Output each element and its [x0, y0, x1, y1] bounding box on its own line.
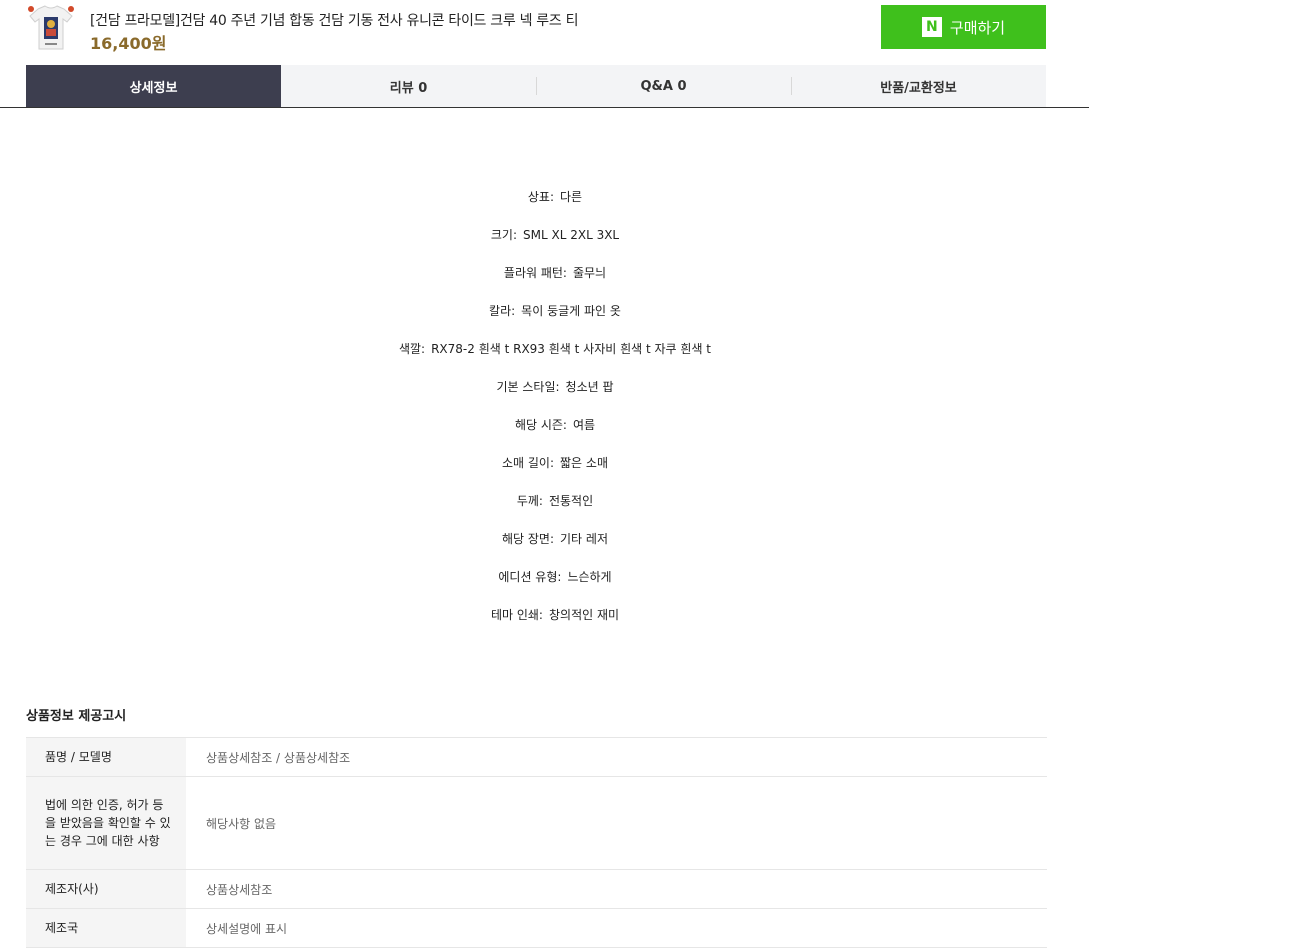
- spec-value: 느슨하게: [567, 570, 612, 584]
- product-thumbnail[interactable]: [26, 3, 76, 51]
- notice-key: 제조자(사): [26, 869, 186, 909]
- notice-value: 상품상세참조 / 상품상세참조: [186, 737, 1047, 777]
- product-price: 16,400원: [90, 34, 167, 53]
- tab-qna[interactable]: Q&A 0: [536, 65, 791, 107]
- spec-label: 색깔:: [398, 342, 426, 356]
- notice-value: 해당사항 없음: [186, 776, 1047, 870]
- spec-row: 테마 인쇄: 창의적인 재미: [0, 605, 1110, 643]
- tab-details[interactable]: 상세정보: [26, 65, 281, 107]
- spec-label: 에디션 유형:: [498, 570, 562, 584]
- notice-key: 법에 의한 인증, 허가 등을 받았음을 확인할 수 있는 경우 그에 대한 사…: [26, 776, 186, 870]
- spec-value: 전통적인: [548, 494, 594, 508]
- spec-value: 다른: [560, 190, 583, 204]
- tab-divider: [0, 107, 1089, 108]
- tab-reviews[interactable]: 리뷰 0: [281, 65, 536, 107]
- spec-value: 목이 둥글게 파인 옷: [521, 304, 621, 318]
- spec-row: 크기: SML XL 2XL 3XL: [0, 225, 1110, 263]
- spec-value: 창의적인 재미: [548, 608, 620, 622]
- spec-value: SML XL 2XL 3XL: [523, 228, 620, 242]
- spec-row: 두께: 전통적인: [0, 491, 1110, 529]
- spec-value: 여름: [572, 418, 596, 432]
- spec-label: 상표:: [527, 190, 555, 204]
- buy-button[interactable]: N 구매하기: [881, 5, 1046, 49]
- spec-row: 해당 장면: 기타 레저: [0, 529, 1110, 567]
- table-row: 품명 / 모델명 상품상세참조 / 상품상세참조: [26, 737, 1047, 777]
- notice-value: 상품상세참조: [186, 869, 1047, 909]
- spec-value: 청소년 팝: [565, 380, 614, 394]
- naver-pay-icon: N: [921, 17, 942, 37]
- spec-row: 에디션 유형: 느슨하게: [0, 567, 1110, 605]
- notice-value: 상세설명에 표시: [186, 908, 1047, 948]
- spec-row: 기본 스타일: 청소년 팝: [0, 377, 1110, 415]
- spec-value: 기타 레저: [560, 532, 608, 546]
- spec-row: 상표: 다른: [0, 187, 1110, 225]
- spec-label: 해당 장면:: [501, 532, 555, 546]
- spec-row: 소매 길이: 짧은 소매: [0, 453, 1110, 491]
- tab-return-exchange[interactable]: 반품/교환정보: [791, 65, 1046, 107]
- spec-value: 줄무늬: [572, 266, 607, 280]
- spec-label: 플라워 패턴:: [503, 266, 567, 280]
- product-spec-list: 상표: 다른 크기: SML XL 2XL 3XL 플라워 패턴: 줄무늬 칼라: 목이…: [0, 187, 1110, 643]
- spec-label: 테마 인쇄:: [490, 608, 543, 622]
- notice-title: 상품정보 제공고시: [26, 709, 127, 724]
- spec-row: 칼라: 목이 둥글게 파인 옷: [0, 301, 1110, 339]
- detail-tabs: 상세정보 리뷰 0 Q&A 0 반품/교환정보: [26, 65, 1046, 107]
- table-row: 제조자(사) 상품상세참조: [26, 869, 1047, 909]
- notice-key: 제조국: [26, 908, 186, 948]
- product-title: [건담 프라모델]건담 40 주년 기념 합동 건담 기동 전사 유니콘 타이드…: [90, 13, 579, 29]
- spec-value: RX78-2 흰색 t RX93 흰색 t 사자비 흰색 t 자쿠 흰색 t: [431, 342, 712, 356]
- spec-label: 해당 시즌:: [514, 418, 567, 432]
- buy-button-label: 구매하기: [949, 18, 1006, 37]
- spec-label: 기본 스타일:: [496, 380, 560, 394]
- table-row: 법에 의한 인증, 허가 등을 받았음을 확인할 수 있는 경우 그에 대한 사…: [26, 776, 1047, 870]
- spec-row: 플라워 패턴: 줄무늬: [0, 263, 1110, 301]
- spec-row: 색깔: RX78-2 흰색 t RX93 흰색 t 사자비 흰색 t 자쿠 흰색 …: [0, 339, 1110, 377]
- notice-table: 품명 / 모델명 상품상세참조 / 상품상세참조 법에 의한 인증, 허가 등을…: [26, 737, 1047, 948]
- table-row: 제조국 상세설명에 표시: [26, 908, 1047, 948]
- spec-row: 해당 시즌: 여름: [0, 415, 1110, 453]
- spec-label: 두께:: [516, 494, 543, 508]
- spec-label: 크기:: [490, 228, 518, 242]
- spec-label: 칼라:: [489, 304, 516, 318]
- spec-value: 짧은 소매: [560, 456, 608, 470]
- notice-key: 품명 / 모델명: [26, 737, 186, 777]
- spec-label: 소매 길이:: [501, 456, 555, 470]
